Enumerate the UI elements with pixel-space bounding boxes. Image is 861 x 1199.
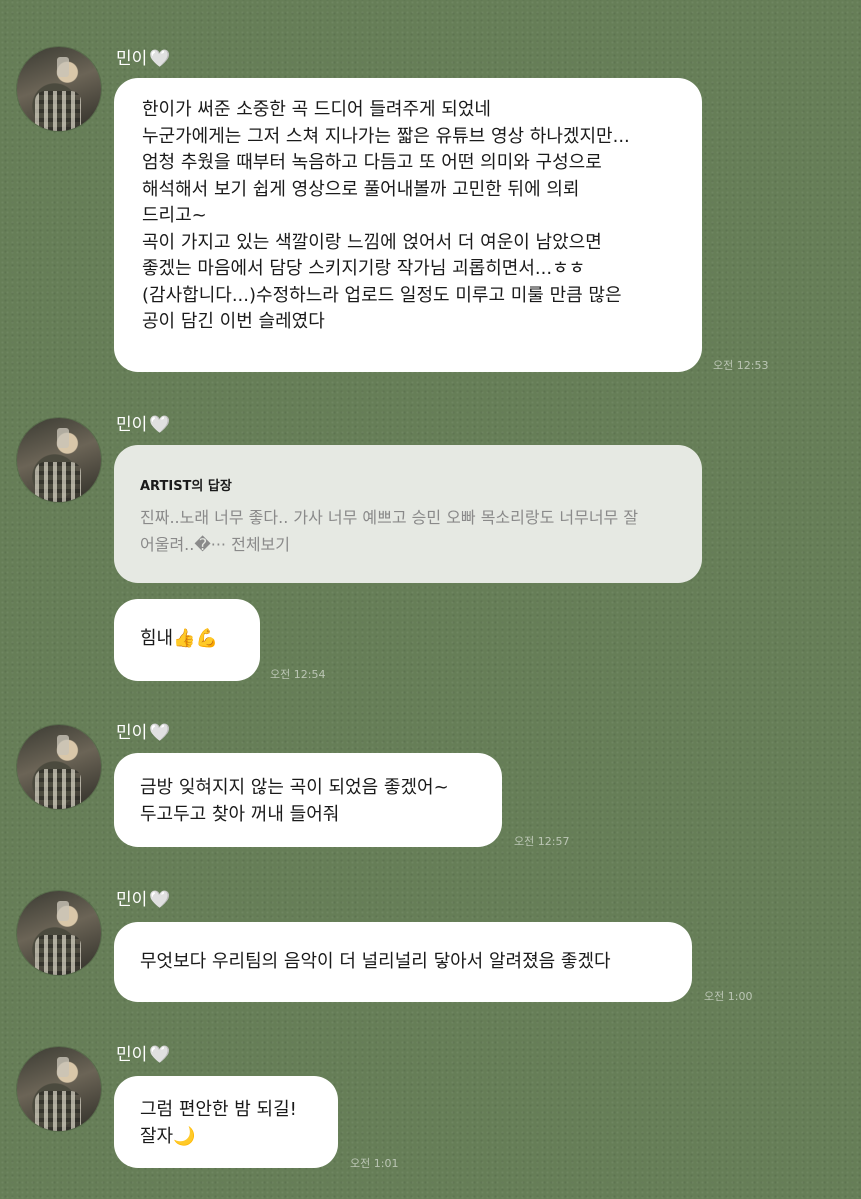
- sender-name-text: 민이: [116, 890, 148, 910]
- message-line: 드리고~: [142, 205, 207, 226]
- message-time: 오전 1:00: [704, 990, 753, 1003]
- message-line: 공이 담긴 이번 슬레였다: [142, 311, 325, 332]
- reply-title: ARTIST의 답장: [140, 479, 232, 494]
- message-line: 해석해서 보기 쉽게 영상으로 풀어내볼까 고민한 뒤에 의뢰: [142, 178, 580, 200]
- sender-name: 민이 🤍: [116, 44, 170, 69]
- reply-line: 어울려..�··· 전체보기: [140, 531, 682, 558]
- heart-icon: 🤍: [149, 723, 171, 743]
- message-bubble[interactable]: 힘내👍💪: [114, 599, 260, 681]
- message-line: 그럼 편안한 밤 되길!: [140, 1099, 297, 1120]
- profile-avatar[interactable]: [17, 418, 101, 502]
- message-line: 좋겠는 마음에서 담당 스키지기랑 작가님 괴롭히면서...ㅎㅎ: [142, 258, 586, 279]
- message-line: 엄청 추웠을 때부터 녹음하고 다듬고 또 어떤 의미와 구성으로: [142, 152, 602, 173]
- message-time: 오전 12:53: [713, 359, 769, 372]
- heart-icon: 🤍: [149, 1045, 171, 1065]
- message-line: (감사합니다...)수정하느라 업로드 일정도 미루고 미룰 만큼 많은: [142, 284, 622, 306]
- sender-name-text: 민이: [116, 49, 148, 69]
- message-bubble[interactable]: 무엇보다 우리팀의 음악이 더 널리널리 닿아서 알려졌음 좋겠다: [114, 922, 692, 1002]
- sender-name: 민이 🤍: [116, 410, 170, 435]
- heart-icon: 🤍: [149, 415, 171, 435]
- message-line: 힘내👍💪: [140, 628, 218, 649]
- profile-avatar[interactable]: [17, 725, 101, 809]
- message-line: 곡이 가지고 있는 색깔이랑 느낌에 얹어서 더 여운이 남았으면: [142, 231, 602, 253]
- profile-avatar[interactable]: [17, 891, 101, 975]
- sender-name: 민이 🤍: [116, 885, 170, 910]
- artist-reply-card[interactable]: ARTIST의 답장 진짜..노래 너무 좋다.. 가사 너무 예쁘고 승민 오…: [114, 445, 702, 583]
- sender-name-text: 민이: [116, 415, 148, 435]
- message-line: 무엇보다 우리팀의 음악이 더 널리널리 닿아서 알려졌음 좋겠다: [140, 951, 611, 972]
- reply-line-text: 어울려..�···: [140, 535, 232, 554]
- message-line: 한이가 써준 소중한 곡 드디어 들려주게 되었네: [142, 99, 491, 120]
- sender-name-text: 민이: [116, 723, 148, 743]
- profile-avatar[interactable]: [17, 1047, 101, 1131]
- message-line: 누군가에게는 그저 스쳐 지나가는 짧은 유튜브 영상 하나겠지만...: [142, 125, 630, 147]
- profile-avatar[interactable]: [17, 47, 101, 131]
- message-time: 오전 1:01: [350, 1157, 399, 1170]
- message-time: 오전 12:54: [270, 668, 326, 681]
- message-time: 오전 12:57: [514, 835, 570, 848]
- heart-icon: 🤍: [149, 49, 171, 69]
- message-line: 금방 잊혀지지 않는 곡이 되었음 좋겠어~: [140, 777, 449, 798]
- sender-name-text: 민이: [116, 1045, 148, 1065]
- sender-name: 민이 🤍: [116, 1040, 170, 1065]
- reply-line: 진짜..노래 너무 좋다.. 가사 너무 예쁘고 승민 오빠 목소리랑도 너무너…: [140, 508, 639, 527]
- sender-name: 민이 🤍: [116, 718, 170, 743]
- message-line: 두고두고 찾아 꺼내 들어줘: [140, 803, 340, 825]
- view-all-link[interactable]: 전체보기: [231, 535, 290, 554]
- message-bubble[interactable]: 그럼 편안한 밤 되길! 잘자🌙: [114, 1076, 338, 1168]
- message-line: 잘자🌙: [140, 1125, 196, 1147]
- message-bubble[interactable]: 금방 잊혀지지 않는 곡이 되었음 좋겠어~ 두고두고 찾아 꺼내 들어줘: [114, 753, 502, 847]
- message-bubble[interactable]: 한이가 써준 소중한 곡 드디어 들려주게 되었네 누군가에게는 그저 스쳐 지…: [114, 78, 702, 372]
- heart-icon: 🤍: [149, 890, 171, 910]
